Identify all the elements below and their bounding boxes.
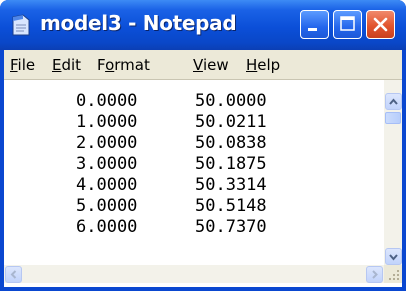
y-value: 50.0211: [195, 112, 267, 132]
menu-help-accel: H: [246, 56, 258, 74]
maximize-button[interactable]: [333, 10, 362, 39]
x-value: 4.0000: [76, 175, 138, 195]
window-frame-bottom: [0, 287, 406, 291]
menu-file[interactable]: File: [10, 56, 35, 74]
menu-format[interactable]: Format: [97, 56, 150, 74]
vertical-scroll-thumb[interactable]: [385, 112, 401, 124]
y-value: 50.1875: [195, 154, 267, 174]
menu-view-accel: V: [193, 56, 203, 74]
chevron-right-icon: [372, 270, 378, 279]
x-value: 0.0000: [76, 91, 138, 111]
menu-view[interactable]: View: [193, 56, 229, 74]
chevron-left-icon: [10, 270, 17, 279]
window-title: model3 - Notepad: [40, 11, 237, 35]
x-value: 5.0000: [76, 196, 138, 216]
window-frame-right: [402, 50, 406, 291]
scroll-up-button[interactable]: [385, 93, 402, 110]
close-icon: [373, 17, 388, 32]
minimize-icon: [308, 28, 317, 31]
menu-edit-rest: dit: [61, 56, 82, 74]
title-bar[interactable]: model3 - Notepad: [0, 0, 406, 50]
menu-edit[interactable]: Edit: [52, 56, 81, 74]
x-value: 3.0000: [76, 154, 138, 174]
close-button[interactable]: [366, 10, 395, 39]
resize-grip-icon: [389, 270, 399, 280]
horizontal-scrollbar[interactable]: [4, 265, 384, 283]
scroll-down-button[interactable]: [385, 248, 402, 265]
menu-format-pre: F: [97, 56, 106, 74]
menu-format-post: rmat: [114, 56, 150, 74]
y-value: 50.0000: [195, 91, 267, 111]
menu-help[interactable]: Help: [246, 56, 280, 74]
y-value: 50.0838: [195, 133, 267, 153]
menu-file-accel: F: [10, 56, 18, 74]
chevron-down-icon: [389, 254, 398, 261]
vertical-scrollbar[interactable]: [384, 80, 402, 265]
menu-help-rest: elp: [257, 56, 281, 74]
scroll-right-button[interactable]: [366, 266, 383, 283]
resize-grip[interactable]: [384, 265, 402, 283]
chevron-up-icon: [389, 98, 398, 105]
scroll-left-button[interactable]: [5, 266, 22, 283]
y-value: 50.5148: [195, 196, 267, 216]
menu-format-accel: o: [105, 56, 115, 74]
text-area[interactable]: 0.0000 50.0000 1.0000 50.0211 2.0000 50.083…: [6, 82, 382, 258]
notepad-icon: [12, 14, 30, 36]
x-value: 1.0000: [76, 112, 138, 132]
editor[interactable]: 0.0000 50.0000 1.0000 50.0211 2.0000 50.083…: [4, 80, 402, 287]
minimize-button[interactable]: [300, 10, 329, 39]
y-value: 50.3314: [195, 175, 267, 195]
notepad-window: model3 - Notepad File Edit Format View H…: [0, 0, 406, 291]
x-value: 2.0000: [76, 133, 138, 153]
menu-file-rest: ile: [17, 56, 36, 74]
maximize-icon: [340, 16, 355, 31]
x-value: 6.0000: [76, 217, 138, 237]
menu-bar: File Edit Format View Help: [4, 50, 402, 80]
y-value: 50.7370: [195, 217, 267, 237]
menu-view-rest: iew: [202, 56, 229, 74]
